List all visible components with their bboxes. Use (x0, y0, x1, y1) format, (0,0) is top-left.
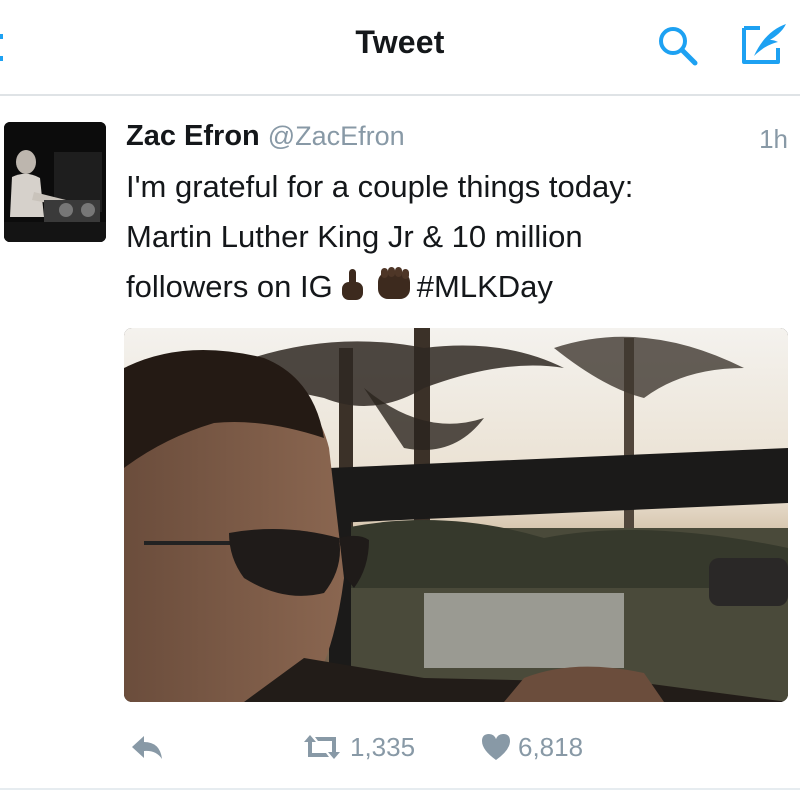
top-nav-bar: Tweet (0, 0, 800, 92)
bottom-divider (0, 788, 800, 790)
index-finger-up-emoji (341, 269, 363, 300)
raised-fist-emoji (377, 267, 410, 299)
header-divider (0, 94, 800, 96)
tweet-text-line: I'm grateful for a couple things today: (126, 169, 634, 204)
tweet-text: I'm grateful for a couple things today: … (126, 162, 776, 312)
like-count: 6,818 (518, 732, 584, 762)
compose-icon[interactable] (738, 20, 790, 68)
tweet-text-line: Martin Luther King Jr & 10 million (126, 219, 583, 254)
tweet-text-line-last: followers on IG #MLKDay (126, 262, 776, 312)
tweet-actions-bar: 1,335 6,818 (0, 724, 800, 774)
reply-icon[interactable] (130, 732, 164, 762)
tweet-photo[interactable] (124, 328, 788, 702)
hashtag-link[interactable]: #MLKDay (417, 269, 553, 304)
like-icon[interactable] (480, 732, 512, 762)
tweet-text-fragment: followers on IG (126, 269, 333, 304)
tweet-timestamp: 1h (759, 124, 788, 154)
search-icon[interactable] (656, 24, 700, 68)
author-name[interactable]: Zac Efron (126, 120, 260, 152)
tweet-author[interactable]: Zac Efron @ZacEfron (126, 120, 405, 156)
author-handle[interactable]: @ZacEfron (268, 121, 405, 151)
retweet-count: 1,335 (350, 732, 416, 762)
retweet-icon[interactable] (300, 732, 344, 762)
avatar[interactable] (4, 122, 106, 242)
